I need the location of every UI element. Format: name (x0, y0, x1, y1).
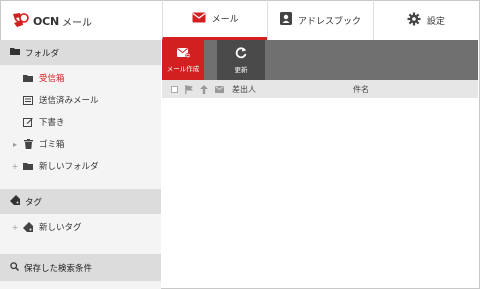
contact-card-icon (279, 12, 292, 28)
tab-address-book-label: アドレスブック (297, 16, 361, 27)
tags-section-header[interactable]: タグ (0, 189, 161, 214)
sort-arrow-up-icon[interactable] (200, 84, 208, 94)
sidebar-item-new-tag[interactable]: + 新しいタグ (0, 216, 161, 238)
sidebar-item-drafts[interactable]: 下書き (0, 111, 161, 133)
compose-button[interactable]: メール作成 (162, 40, 204, 80)
chevron-right-icon[interactable]: ▸ (8, 140, 22, 149)
sidebar-item-label: 新しいフォルダ (39, 162, 99, 172)
sidebar-item-new-folder[interactable]: + 新しいフォルダ (0, 155, 161, 177)
folders-section-header[interactable]: フォルダ (0, 40, 161, 65)
sidebar-item-label: 受信箱 (39, 74, 65, 84)
envelope-icon (192, 12, 206, 26)
compose-button-label: メール作成 (166, 65, 200, 73)
tags-header-label: タグ (25, 197, 43, 208)
tab-mail-label: メール (211, 15, 239, 25)
sidebar-item-trash[interactable]: ▸ ゴミ箱 (0, 133, 161, 155)
sidebar-item-sent[interactable]: 送信済みメール (0, 89, 161, 111)
trash-icon (22, 139, 34, 149)
folders-header-label: フォルダ (25, 48, 60, 59)
tag-icon (10, 195, 20, 208)
sidebar-item-label: 新しいタグ (39, 223, 82, 233)
sidebar-item-inbox[interactable]: 受信箱 (0, 67, 161, 89)
plus-icon[interactable]: + (8, 223, 22, 232)
refresh-button-label: 更新 (234, 65, 248, 74)
tag-icon (22, 222, 34, 232)
column-header-from[interactable]: 差出人 (232, 84, 256, 95)
search-icon (10, 261, 19, 274)
sidebar-item-label: 下書き (39, 118, 65, 128)
tab-address-book[interactable]: アドレスブック (267, 0, 372, 40)
select-all-checkbox[interactable] (171, 85, 178, 93)
read-status-envelope-icon[interactable] (215, 85, 224, 93)
brand-name: OCN (33, 14, 60, 28)
tab-settings[interactable]: 設定 (372, 0, 478, 40)
refresh-button[interactable]: 更新 (217, 40, 265, 80)
mail-toolbar: メール作成 更新 (162, 40, 478, 80)
sidebar: フォルダ 受信箱 送信済みメール 下書き ▸ ゴミ箱 + 新しいフォルダ タグ … (0, 40, 161, 289)
saved-search-section[interactable]: 保存した検索条件 (0, 254, 161, 281)
flag-icon[interactable] (185, 84, 193, 94)
message-list-header: 差出人 件名 (162, 80, 478, 98)
app-name: メール (62, 17, 93, 29)
ocn-logo-icon (10, 11, 30, 31)
sidebar-item-label: 送信済みメール (39, 96, 99, 106)
tab-mail[interactable]: メール (162, 0, 268, 40)
draft-edit-icon (22, 117, 34, 127)
folder-icon (22, 74, 34, 82)
tab-settings-label: 設定 (426, 16, 445, 27)
sent-mail-icon (22, 95, 34, 105)
folder-icon (22, 162, 34, 170)
app-logo[interactable]: OCN メール (10, 10, 92, 32)
gear-icon (407, 12, 421, 29)
folder-icon (10, 47, 20, 58)
saved-search-label: 保存した検索条件 (24, 263, 93, 274)
refresh-icon (235, 46, 247, 61)
column-header-subject[interactable]: 件名 (353, 84, 369, 95)
plus-icon[interactable]: + (8, 162, 22, 171)
compose-mail-icon (176, 47, 191, 60)
sidebar-item-label: ゴミ箱 (39, 140, 65, 150)
top-nav: メール アドレスブック 設定 (162, 0, 478, 40)
